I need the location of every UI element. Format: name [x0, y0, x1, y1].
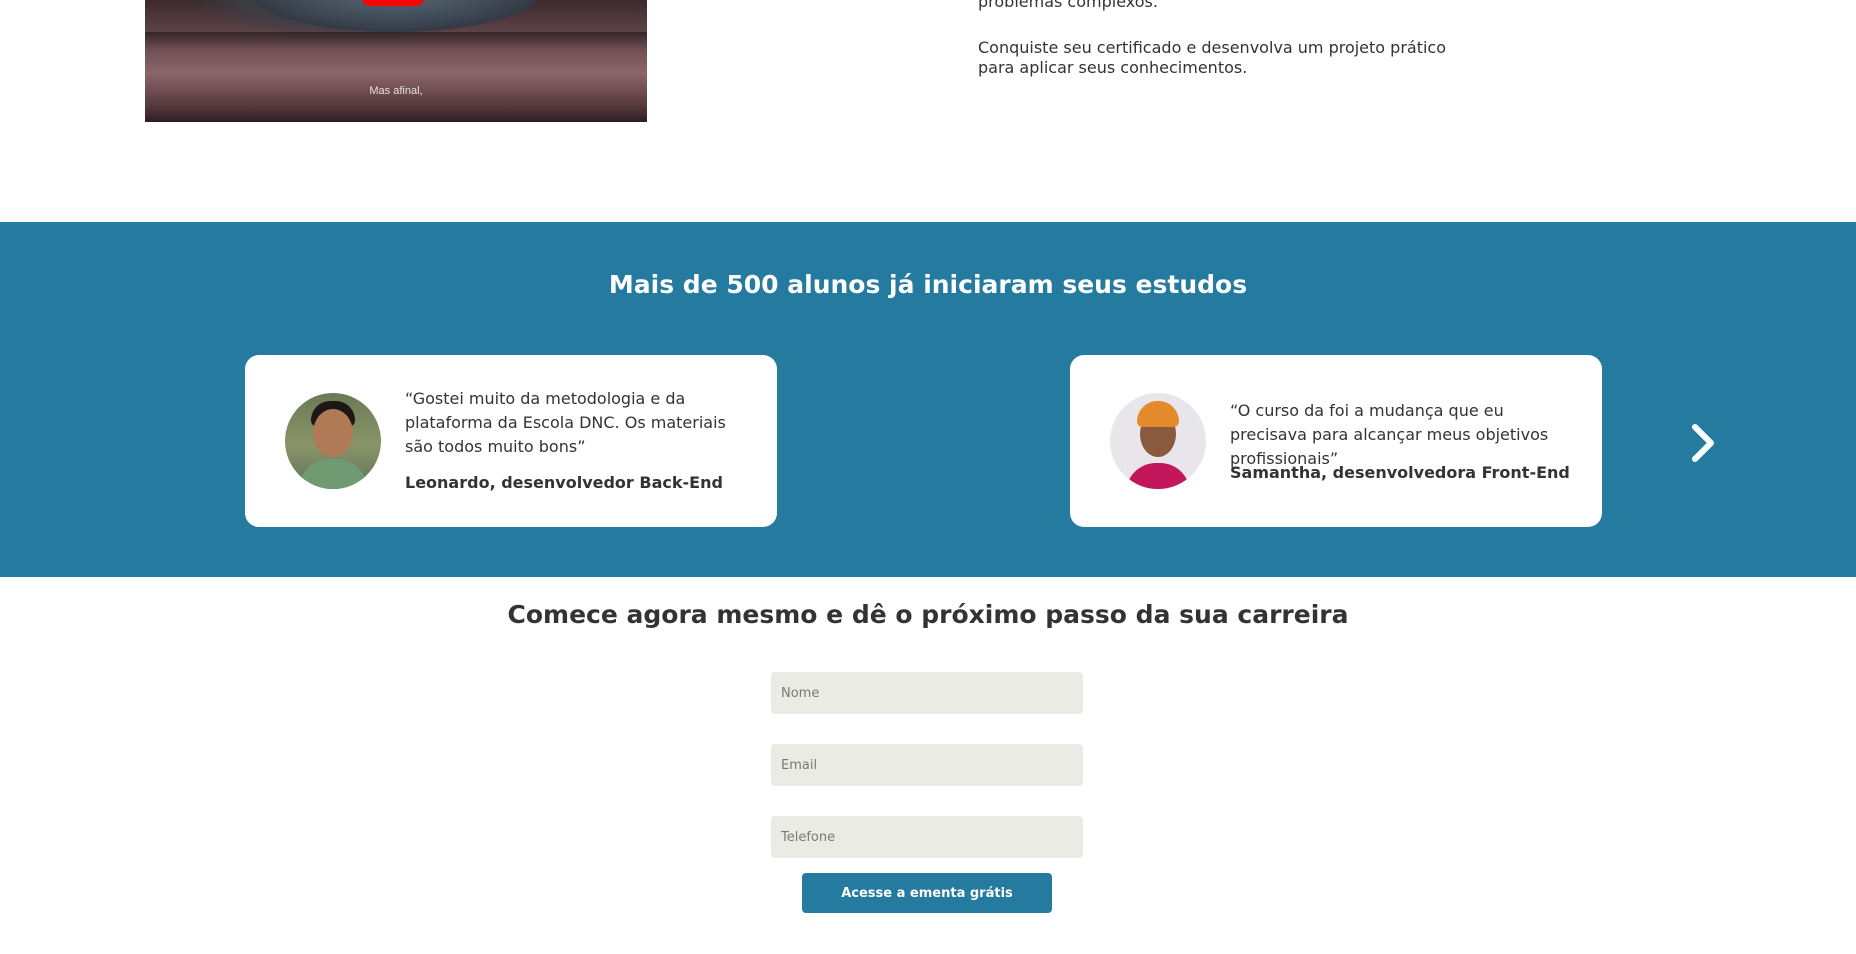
- testimonials-title: Mais de 500 alunos já iniciaram seus est…: [608, 270, 1248, 299]
- testimonial-author: Leonardo, desenvolvedor Back-End: [405, 473, 723, 492]
- avatar: [285, 393, 381, 489]
- submit-button[interactable]: Acesse a ementa grátis: [802, 873, 1052, 913]
- email-field[interactable]: [771, 744, 1083, 786]
- chevron-right-icon[interactable]: [1686, 421, 1720, 465]
- course-video[interactable]: Mas afinal,: [145, 0, 647, 122]
- testimonial-author: Samantha, desenvolvedora Front-End: [1230, 463, 1570, 482]
- video-shade: [145, 32, 647, 50]
- testimonial-card: “Gostei muito da metodologia e da plataf…: [245, 355, 777, 527]
- youtube-play-icon[interactable]: [361, 0, 425, 6]
- video-caption: Mas afinal,: [369, 85, 423, 97]
- avatar: [1110, 393, 1206, 489]
- phone-field[interactable]: [771, 816, 1083, 858]
- testimonial-quote: “Gostei muito da metodologia e da plataf…: [405, 389, 726, 456]
- course-description-tail: problemas complexos.: [978, 0, 1158, 11]
- testimonial-quote: “O curso da foi a mudança que eu precisa…: [1230, 401, 1549, 468]
- name-field[interactable]: [771, 672, 1083, 714]
- testimonial-card: “O curso da foi a mudança que eu precisa…: [1070, 355, 1602, 527]
- signup-title: Comece agora mesmo e dê o próximo passo …: [507, 600, 1349, 629]
- course-description-certificate: Conquiste seu certificado e desenvolva u…: [978, 38, 1447, 77]
- testimonials-section: Mais de 500 alunos já iniciaram seus est…: [0, 222, 1856, 577]
